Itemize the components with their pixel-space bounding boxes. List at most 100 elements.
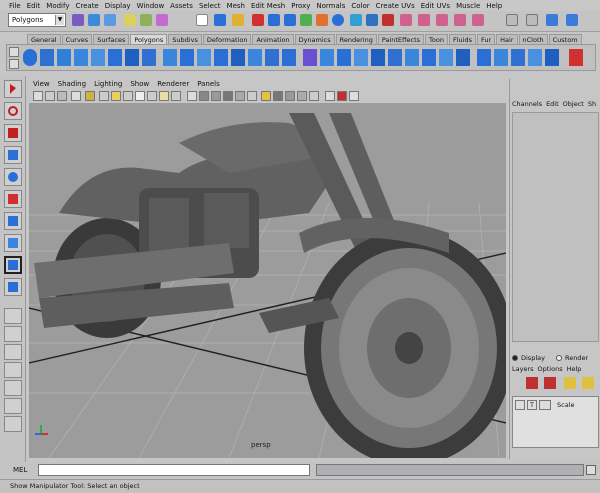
new-layer-selected-icon[interactable]	[544, 377, 556, 389]
shelf-tab-painteffects[interactable]: PaintEffects	[377, 34, 425, 44]
stacked-layout-icon[interactable]	[4, 416, 22, 432]
chevron-down-icon[interactable]: ▼	[55, 15, 64, 25]
move-layer-up-icon[interactable]	[564, 377, 576, 389]
menu-edit-mesh[interactable]: Edit Mesh	[248, 2, 288, 10]
panel-menu-renderer[interactable]: Renderer	[153, 80, 193, 88]
layer-menu-help[interactable]: Help	[567, 365, 582, 375]
shelf-tab-subdivs[interactable]: Subdivs	[168, 34, 202, 44]
poly-torus-icon[interactable]	[108, 49, 122, 66]
panel-menu-shading[interactable]: Shading	[54, 80, 90, 88]
menu-create-uvs[interactable]: Create UVs	[373, 2, 418, 10]
universal-manip-icon[interactable]	[4, 212, 22, 230]
isolate-icon[interactable]	[297, 91, 307, 101]
mel-input[interactable]	[38, 464, 310, 476]
extract-icon[interactable]	[197, 49, 211, 66]
sculpt-icon[interactable]	[569, 49, 583, 66]
snap-grid-icon[interactable]	[252, 14, 264, 26]
image-plane-icon[interactable]	[71, 91, 81, 101]
shelf-tab-ncloth[interactable]: nCloth	[518, 34, 548, 44]
select-component-icon[interactable]	[156, 14, 168, 26]
offset-edge-icon[interactable]	[388, 49, 402, 66]
channel-box-list[interactable]	[512, 112, 599, 342]
rotate-tool-icon[interactable]	[4, 168, 22, 186]
safe-action-icon[interactable]	[159, 91, 169, 101]
two-d-pan-icon[interactable]	[85, 91, 95, 101]
lock-icon[interactable]	[232, 14, 244, 26]
bevel-icon[interactable]	[405, 49, 419, 66]
separate-icon[interactable]	[180, 49, 194, 66]
tool-settings-icon[interactable]	[546, 14, 558, 26]
camera-attributes-icon[interactable]	[45, 91, 55, 101]
layer-visibility-box[interactable]	[515, 400, 525, 410]
menu-muscle[interactable]: Muscle	[453, 2, 483, 10]
textured-icon[interactable]	[223, 91, 233, 101]
panel-menu-panels[interactable]: Panels	[193, 80, 224, 88]
render-sphere-icon[interactable]	[332, 14, 344, 26]
snap-point-icon[interactable]	[284, 14, 296, 26]
side-by-side-icon[interactable]	[4, 344, 22, 360]
hypershade-icon[interactable]	[382, 14, 394, 26]
lasso-tool-icon[interactable]	[4, 102, 22, 120]
scale-tool-icon[interactable]	[4, 190, 22, 208]
smooth-shade-icon[interactable]	[199, 91, 209, 101]
paint-select-icon[interactable]	[4, 124, 22, 142]
menu-proxy[interactable]: Proxy	[288, 2, 313, 10]
persp-graph-icon[interactable]	[4, 380, 22, 396]
panel-menu-lighting[interactable]: Lighting	[90, 80, 126, 88]
new-scene-icon[interactable]	[72, 14, 84, 26]
menu-help[interactable]: Help	[483, 2, 505, 10]
wedge-icon[interactable]	[456, 49, 470, 66]
viewport-persp[interactable]: persp	[29, 103, 506, 458]
motorcycle-model[interactable]	[34, 113, 506, 458]
layer-color-box[interactable]	[539, 400, 551, 410]
menu-file[interactable]: File	[6, 2, 24, 10]
select-tool-icon[interactable]	[4, 80, 22, 98]
magnet-icon[interactable]	[418, 14, 430, 26]
shelf-tab-hair[interactable]: Hair	[496, 34, 518, 44]
resolution-gate-icon[interactable]	[123, 91, 133, 101]
mode-select[interactable]: Polygons ▼	[8, 13, 66, 27]
select-hierarchy-icon[interactable]	[124, 14, 136, 26]
menu-window[interactable]: Window	[134, 2, 168, 10]
collapse-icon[interactable]	[439, 49, 453, 66]
snap-plane-icon[interactable]	[300, 14, 312, 26]
extrude-icon[interactable]	[303, 49, 317, 66]
menu-normals[interactable]: Normals	[313, 2, 348, 10]
open-scene-icon[interactable]	[88, 14, 100, 26]
spherical-map-icon[interactable]	[511, 49, 525, 66]
script-editor-icon[interactable]	[586, 465, 596, 475]
auto-map-icon[interactable]	[528, 49, 542, 66]
menu-mesh[interactable]: Mesh	[224, 2, 248, 10]
hypershade-layout-icon[interactable]	[4, 398, 22, 414]
grid-icon[interactable]	[99, 91, 109, 101]
magnet-icon[interactable]	[454, 14, 466, 26]
shadows-icon[interactable]	[247, 91, 257, 101]
soft-mod-icon[interactable]	[4, 234, 22, 252]
poly-pyramid-icon[interactable]	[125, 49, 139, 66]
lights-icon[interactable]	[261, 91, 271, 101]
last-tool-icon[interactable]	[4, 278, 22, 296]
shelf-tab-fluids[interactable]: Fluids	[448, 34, 476, 44]
hud-icon[interactable]	[325, 91, 335, 101]
append-icon[interactable]	[337, 49, 351, 66]
layer-template-box[interactable]: T	[527, 400, 537, 410]
reduce-icon[interactable]	[248, 49, 262, 66]
show-manipulator-icon[interactable]	[4, 256, 22, 274]
shelf-tab-animation[interactable]: Animation	[252, 34, 294, 44]
shelf-tab-polygons[interactable]: Polygons	[130, 34, 168, 44]
shelf-tab-deformation[interactable]: Deformation	[202, 34, 252, 44]
shelf-tab-dynamics[interactable]: Dynamics	[294, 34, 335, 44]
channel-menu-channels[interactable]: Channels	[512, 100, 542, 110]
channel-toggle-icon[interactable]	[506, 14, 518, 26]
gate-mask-icon[interactable]	[135, 91, 145, 101]
channel-menu-show[interactable]: Sh	[588, 100, 596, 110]
menu-assets[interactable]: Assets	[167, 2, 196, 10]
mask-icon[interactable]	[196, 14, 208, 26]
menu-edit-uvs[interactable]: Edit UVs	[418, 2, 453, 10]
xray-icon[interactable]	[273, 91, 283, 101]
move-layer-down-icon[interactable]	[582, 377, 594, 389]
attribute-toggle-icon[interactable]	[526, 14, 538, 26]
display-radio[interactable]	[512, 354, 518, 361]
render-radio[interactable]	[555, 354, 562, 361]
magnet-icon[interactable]	[400, 14, 412, 26]
